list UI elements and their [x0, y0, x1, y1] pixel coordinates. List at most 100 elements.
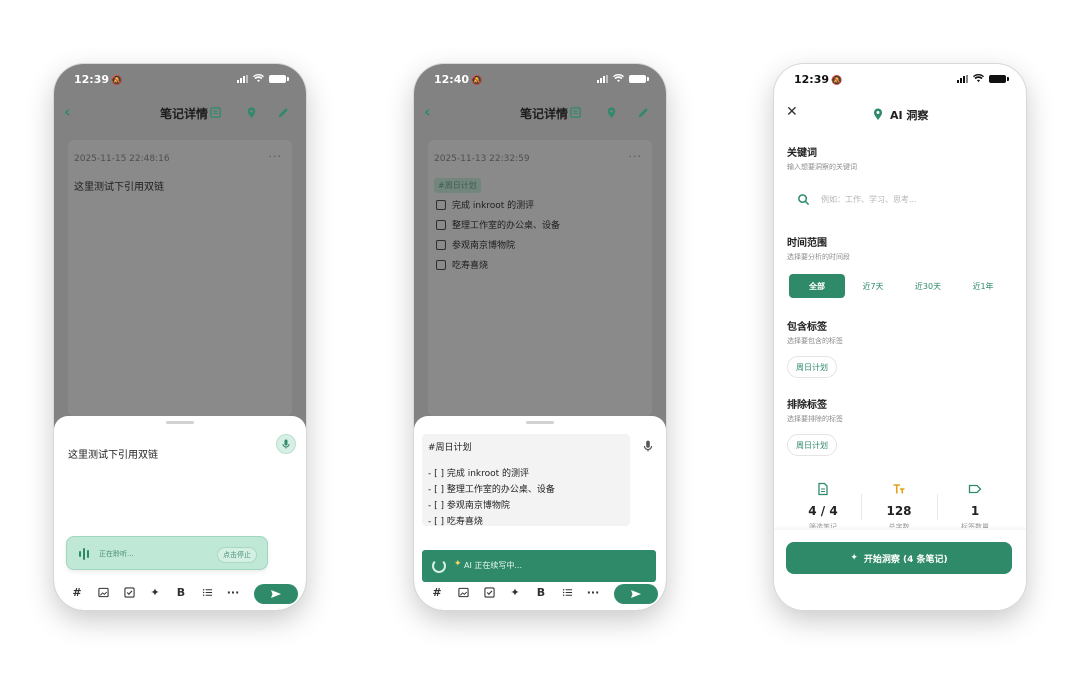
include-tags-subtitle: 选择要包含的标签 — [787, 337, 843, 345]
location-icon[interactable] — [244, 105, 258, 119]
battery-icon — [629, 74, 649, 83]
stats-row: 4 / 4 筛选笔记 128 总字数 1 标签数量 — [786, 476, 1012, 532]
time-range-subtitle: 选择要分析的时间段 — [787, 253, 850, 261]
stat-word-count: 128 总字数 — [862, 476, 936, 532]
battery-icon — [269, 74, 289, 83]
bold-icon[interactable]: B — [528, 582, 554, 602]
list-icon[interactable] — [194, 582, 220, 602]
drag-handle[interactable] — [166, 421, 194, 424]
wifi-icon — [253, 74, 264, 83]
tag-chip[interactable]: #周日计划 — [434, 178, 481, 193]
back-icon[interactable]: ‹ — [64, 103, 80, 121]
status-bar: 12:40 🔕 — [414, 72, 666, 90]
status-time: 12:39 🔕 — [794, 73, 843, 86]
range-option-all[interactable]: 全部 — [789, 274, 845, 298]
bell-mute-icon: 🔕 — [831, 76, 843, 86]
note-date: 2025-11-13 22:32:59 — [434, 154, 530, 164]
editor-sheet: #周日计划 - [ ] 完成 inkroot 的测评 - [ ] 整理工作室的办… — [414, 416, 666, 610]
range-option-30days[interactable]: 近30天 — [902, 274, 954, 298]
status-bar: 12:39 🔕 — [774, 72, 1026, 90]
keywords-subtitle: 输入想要洞察的关键词 — [787, 163, 857, 171]
nav-bar: ‹ 笔记详情 — [54, 102, 306, 124]
time-range-title: 时间范围 — [787, 238, 827, 249]
page-title: AI 洞察 — [890, 109, 929, 122]
note-card: 2025-11-15 22:48:16 ··· 这里测试下引用双链 — [68, 140, 292, 416]
mic-icon[interactable] — [642, 440, 654, 452]
waveform-icon — [79, 548, 89, 560]
hash-icon[interactable]: # — [64, 582, 90, 602]
checkbox[interactable] — [436, 199, 446, 210]
include-tags-title: 包含标签 — [787, 322, 827, 333]
send-icon — [631, 590, 641, 598]
image-icon[interactable] — [90, 582, 116, 602]
status-icons — [237, 74, 289, 83]
sparkle-icon[interactable]: ✦ — [142, 582, 168, 602]
wifi-icon — [613, 74, 624, 83]
edit-icon[interactable] — [636, 105, 650, 119]
todo-item[interactable]: 完成 inkroot 的测评 — [436, 198, 534, 211]
note-icon[interactable] — [208, 105, 222, 119]
search-icon — [798, 194, 810, 206]
checkbox[interactable] — [436, 259, 446, 270]
range-option-1year[interactable]: 近1年 — [958, 274, 1008, 298]
sparkle-icon[interactable]: ✦ — [502, 582, 528, 602]
checkbox[interactable] — [436, 239, 446, 250]
keyword-search-input[interactable]: 例如：工作、学习、思考... — [787, 184, 1011, 216]
stat-tag-count: 1 标签数量 — [938, 476, 1012, 532]
image-icon[interactable] — [450, 582, 476, 602]
phone-ai-insight: 12:39 🔕 ✕ AI 洞察 关键词 输入想要洞察的关键词 例如：工作、学习、思… — [774, 64, 1026, 610]
hash-icon[interactable]: # — [424, 582, 450, 602]
editor-text[interactable]: #周日计划 - [ ] 完成 inkroot 的测评 - [ ] 整理工作室的办… — [422, 434, 630, 527]
more-icon[interactable]: ··· — [580, 582, 606, 602]
location-icon[interactable] — [604, 105, 618, 119]
signal-icon — [237, 74, 248, 83]
phone-note-detail-ai-writing: 12:40 🔕 ‹ 笔记详情 2025-11-13 22:32:59 ··· #周… — [414, 64, 666, 610]
status-icons — [957, 74, 1009, 83]
nav-bar: ‹ 笔记详情 — [414, 102, 666, 124]
send-button[interactable] — [254, 584, 298, 604]
insight-header: ✕ AI 洞察 — [774, 104, 1026, 124]
note-icon[interactable] — [568, 105, 582, 119]
text-icon — [893, 484, 905, 494]
todo-item[interactable]: 参观南京博物院 — [436, 238, 515, 251]
note-content: 这里测试下引用双链 — [74, 182, 164, 193]
exclude-tags-title: 排除标签 — [787, 400, 827, 411]
loading-spinner-icon — [432, 559, 446, 573]
battery-icon — [989, 74, 1009, 83]
more-icon[interactable]: ··· — [629, 150, 643, 163]
exclude-tag-chip[interactable]: 周日计划 — [787, 434, 837, 456]
wifi-icon — [973, 74, 984, 83]
checkbox[interactable] — [436, 219, 446, 230]
status-time: 12:39 🔕 — [74, 73, 123, 86]
checkbox-icon[interactable] — [476, 582, 502, 602]
bell-mute-icon: 🔕 — [111, 76, 123, 86]
start-insight-button[interactable]: ✦ 开始洞察 (4 条笔记) — [786, 542, 1012, 574]
start-insight-label: 开始洞察 (4 条笔记) — [863, 554, 948, 565]
include-tag-chip[interactable]: 周日计划 — [787, 356, 837, 378]
send-button[interactable] — [614, 584, 658, 604]
edit-icon[interactable] — [276, 105, 290, 119]
drag-handle[interactable] — [526, 421, 554, 424]
document-icon — [818, 482, 828, 496]
more-icon[interactable]: ··· — [269, 150, 283, 163]
checkbox-icon[interactable] — [116, 582, 142, 602]
todo-item[interactable]: 吃寿喜烧 — [436, 258, 488, 271]
signal-icon — [957, 74, 968, 83]
ai-writing-bar: ✦ AI 正在续写中... — [422, 550, 656, 582]
stop-listening-button[interactable]: 点击停止 — [217, 547, 257, 563]
editor-text[interactable]: 这里测试下引用双链 — [68, 446, 158, 461]
more-icon[interactable]: ··· — [220, 582, 246, 602]
editor-toolbar: # ✦ B ··· — [424, 582, 606, 602]
close-icon[interactable]: ✕ — [786, 104, 798, 120]
location-icon — [874, 108, 882, 120]
mic-icon[interactable] — [276, 434, 296, 454]
todo-item[interactable]: 整理工作室的办公桌、设备 — [436, 218, 560, 231]
sparkle-icon: ✦ — [850, 553, 858, 563]
status-time: 12:40 🔕 — [434, 73, 483, 86]
bold-icon[interactable]: B — [168, 582, 194, 602]
cta-area: ✦ 开始洞察 (4 条笔记) — [774, 530, 1026, 610]
back-icon[interactable]: ‹ — [424, 103, 440, 121]
list-icon[interactable] — [554, 582, 580, 602]
range-option-7days[interactable]: 近7天 — [848, 274, 898, 298]
exclude-tags-subtitle: 选择要排除的标签 — [787, 415, 843, 423]
